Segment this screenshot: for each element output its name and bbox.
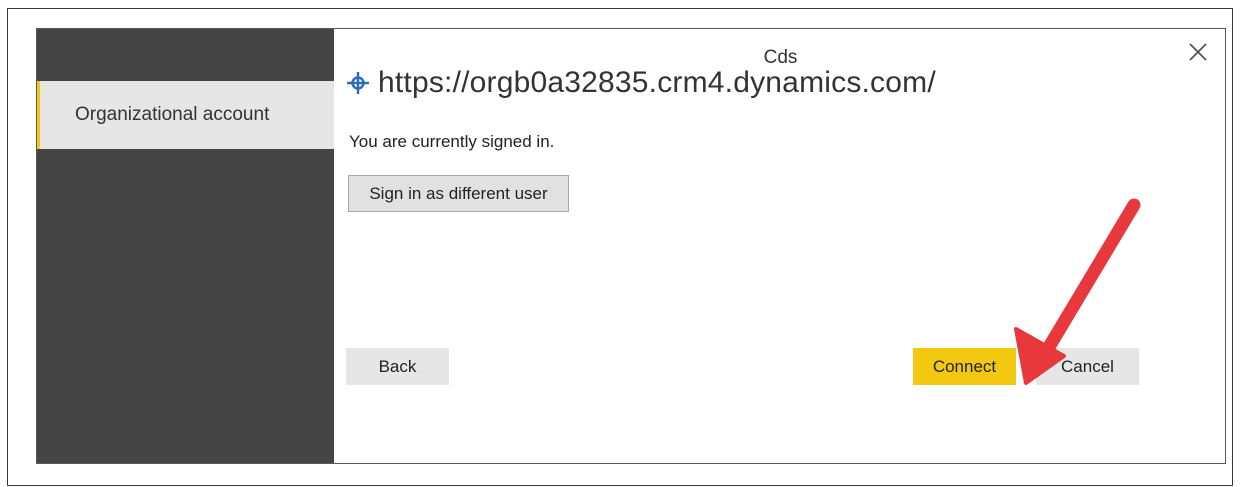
datasource-url-row: https://orgb0a32835.crm4.dynamics.com/ bbox=[346, 66, 936, 100]
sidebar-item-organizational-account[interactable]: Organizational account bbox=[37, 81, 334, 149]
signin-status-text: You are currently signed in. bbox=[349, 132, 555, 151]
auth-method-sidebar: Organizational account bbox=[37, 29, 334, 463]
datasource-url: https://orgb0a32835.crm4.dynamics.com/ bbox=[378, 66, 936, 99]
sign-in-different-user-button[interactable]: Sign in as different user bbox=[348, 175, 569, 212]
connect-button[interactable]: Connect bbox=[913, 348, 1016, 385]
close-icon[interactable] bbox=[1185, 39, 1211, 65]
back-button[interactable]: Back bbox=[346, 348, 449, 385]
cancel-button[interactable]: Cancel bbox=[1036, 348, 1139, 385]
datasource-diamond-icon bbox=[347, 72, 369, 94]
sidebar-item-label: Organizational account bbox=[75, 104, 270, 125]
